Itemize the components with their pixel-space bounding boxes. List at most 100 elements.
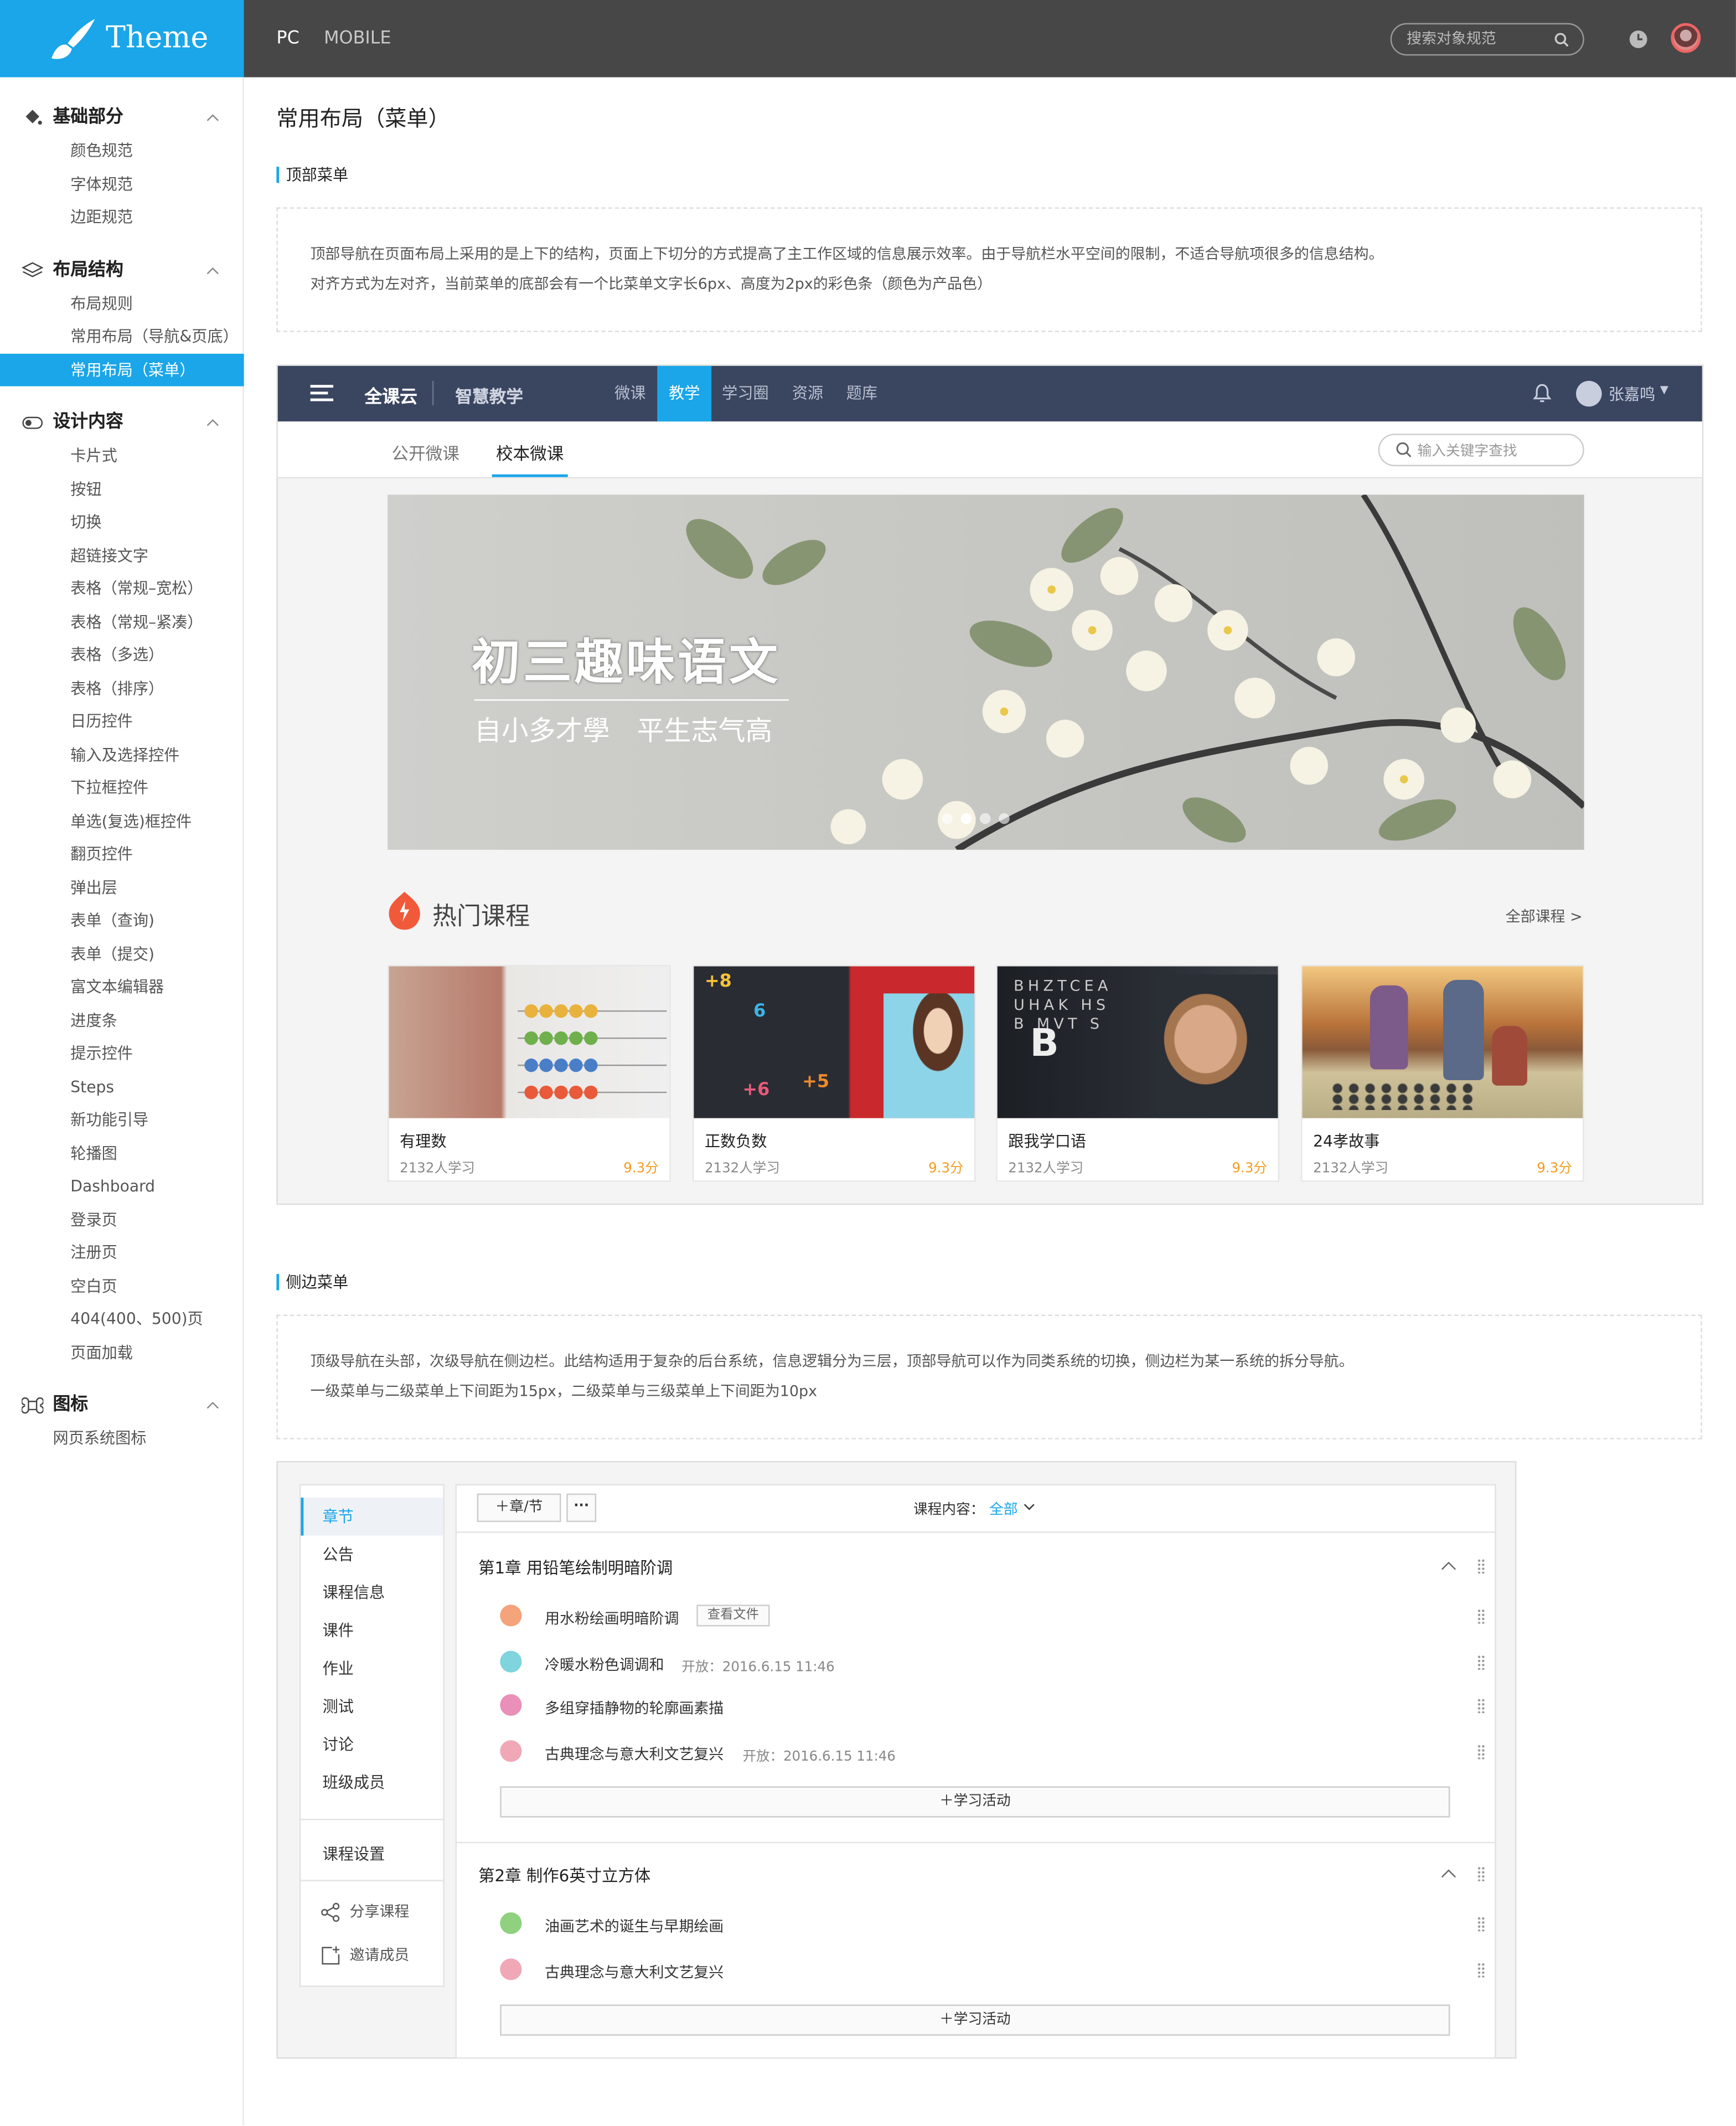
user-avatar-icon[interactable] [1576,380,1602,407]
sidebar-item[interactable]: 进度条 [0,1004,244,1036]
sidebar-item[interactable]: 网页系统图标 [0,1422,244,1454]
sidebar-item[interactable]: 卡片式 [0,439,244,472]
sidebar-item[interactable]: 404(400、500)页 [0,1303,244,1335]
sidebar-item[interactable]: 弹出层 [0,871,244,904]
sidebar-item-active[interactable]: 常用布局（菜单） [0,353,244,386]
chevron-down-icon[interactable] [1023,1503,1035,1511]
activity-name[interactable]: 古典理念与意大利文艺复兴 [545,1961,724,1983]
sidebar-group[interactable]: 设计内容 [0,406,244,439]
sidebar-item[interactable]: Dashboard [0,1170,244,1203]
chevron-up-icon[interactable] [1440,1867,1456,1879]
drag-handle-icon[interactable] [1477,1962,1486,1978]
carousel-banner[interactable]: 初三趣味语文 自小多才學 平生志气高 [388,494,1584,850]
clock-icon[interactable] [1629,30,1647,49]
side-menu-item[interactable]: 班级成员 [301,1763,443,1802]
all-courses-link[interactable]: 全部课程 > [1506,905,1583,927]
filter-dropdown[interactable]: 全部 [989,1499,1017,1519]
side-menu-item-chapters[interactable]: 章节 [301,1498,443,1536]
sidebar-item[interactable]: 字体规范 [0,167,244,200]
bell-icon[interactable] [1533,384,1552,404]
drag-handle-icon[interactable] [1477,1608,1486,1624]
sidebar-item[interactable]: 单选(复选)框控件 [0,804,244,837]
carousel-dot[interactable] [979,813,991,824]
chevron-up-icon[interactable] [1440,1560,1456,1571]
sidebar-item[interactable]: 布局规则 [0,287,244,319]
tab-school-course[interactable]: 校本微课 [496,439,564,465]
sidebar-group[interactable]: 布局结构 [0,254,244,287]
activity-name[interactable]: 冷暖水粉色调调和 [545,1654,664,1675]
course-card[interactable]: 24孝故事 2132人学习 9.3分 [1301,964,1584,1182]
course-card[interactable]: +8 6 +6 +5 正数负数 2132人学习 9.3分 [692,964,976,1182]
add-chapter-button[interactable]: ＋章/节 [477,1493,561,1523]
sidebar-item[interactable]: 表格（常规–宽松） [0,572,244,605]
sidebar-group[interactable]: 图标 [0,1389,244,1422]
sidebar-item[interactable]: 输入及选择控件 [0,738,244,771]
hamburger-icon[interactable] [310,384,334,403]
avatar[interactable] [1671,23,1701,53]
side-menu-item[interactable]: 课程信息 [301,1573,443,1612]
side-menu-item[interactable]: 课件 [301,1612,443,1650]
sidebar-item[interactable]: 富文本编辑器 [0,971,244,1003]
activity-name[interactable]: 油画艺术的诞生与早期绘画 [545,1915,724,1937]
drag-handle-icon[interactable] [1477,1698,1486,1714]
add-activity-button[interactable]: ＋学习活动 [500,1786,1450,1818]
demo-nav-item-active[interactable]: 教学 [657,365,712,422]
drag-handle-icon[interactable] [1477,1655,1486,1670]
search-input[interactable]: 搜索对象规范 [1390,23,1584,56]
course-card[interactable]: BHZTCEA UHAK HS B MVT S B 跟我学口语 2132人学习 9.… [996,964,1279,1182]
sidebar-item[interactable]: 注册页 [0,1236,244,1269]
chevron-up-icon[interactable] [206,254,219,287]
sidebar-item[interactable]: 下拉框控件 [0,771,244,804]
activity-name[interactable]: 多组穿插静物的轮廓画素描 [545,1697,724,1719]
carousel-dot[interactable] [999,813,1010,824]
activity-name[interactable]: 古典理念与意大利文艺复兴 [545,1743,724,1764]
course-card[interactable]: 有理数 2132人学习 9.3分 [388,964,671,1182]
chevron-up-icon[interactable] [206,406,219,439]
sidebar-item[interactable]: 表格（常规–紧凑） [0,605,244,638]
sidebar-item[interactable]: 表格（排序） [0,672,244,704]
drag-handle-icon[interactable] [1477,1744,1486,1759]
sidebar-item[interactable]: 轮播图 [0,1137,244,1169]
sidebar-item[interactable]: 切换 [0,505,244,538]
tab-public-course[interactable]: 公开微课 [391,439,459,465]
side-menu-item[interactable]: 讨论 [301,1725,443,1763]
tab-pc[interactable]: PC [276,0,299,78]
sidebar-item[interactable]: 翻页控件 [0,838,244,870]
sidebar-item[interactable]: 按钮 [0,472,244,505]
sidebar-item[interactable]: 表格（多选） [0,638,244,671]
more-button[interactable]: ··· [566,1493,597,1523]
activity-name[interactable]: 用水粉绘画明暗阶调 [545,1607,679,1629]
drag-handle-icon[interactable] [1477,1559,1486,1574]
logo[interactable]: Theme [0,0,244,78]
drag-handle-icon[interactable] [1477,1916,1486,1932]
sidebar-item[interactable]: 页面加载 [0,1336,244,1369]
chevron-up-icon[interactable] [206,102,219,135]
demo-search-input[interactable]: 输入关键字查找 [1378,434,1584,467]
chevron-up-icon[interactable] [206,1389,219,1422]
sidebar-item[interactable]: 颜色规范 [0,134,244,167]
demo-nav-item[interactable]: 微课 [608,366,652,421]
sidebar-item[interactable]: 新功能引导 [0,1103,244,1136]
add-activity-button[interactable]: ＋学习活动 [500,2004,1450,2036]
sidebar-item[interactable]: 提示控件 [0,1037,244,1070]
side-menu-item[interactable]: 作业 [301,1649,443,1688]
demo-brand[interactable]: 全课云 [365,382,418,408]
sidebar-item[interactable]: 表单（提交) [0,937,244,970]
sidebar-item[interactable]: 空白页 [0,1270,244,1302]
side-menu-item[interactable]: 测试 [301,1688,443,1726]
side-menu-item[interactable]: 公告 [301,1536,443,1574]
sidebar-item[interactable]: 常用布局（导航&页底） [0,320,244,353]
share-course-link[interactable]: 分享课程 [350,1900,410,1922]
demo-nav-item[interactable]: 学习圈 [717,366,774,421]
sidebar-item[interactable]: 日历控件 [0,705,244,737]
sidebar-item[interactable]: 超链接文字 [0,539,244,571]
demo-nav-item[interactable]: 资源 [787,366,828,421]
sidebar-item[interactable]: 边距规范 [0,200,244,233]
caret-down-icon[interactable]: ▼ [1660,384,1668,396]
sidebar-item[interactable]: Steps [0,1070,244,1103]
invite-member-link[interactable]: 邀请成员 [350,1943,410,1965]
sidebar-item[interactable]: 登录页 [0,1203,244,1236]
drag-handle-icon[interactable] [1477,1866,1486,1881]
sidebar-item[interactable]: 表单（查询) [0,904,244,937]
view-file-button[interactable]: 查看文件 [696,1604,770,1627]
